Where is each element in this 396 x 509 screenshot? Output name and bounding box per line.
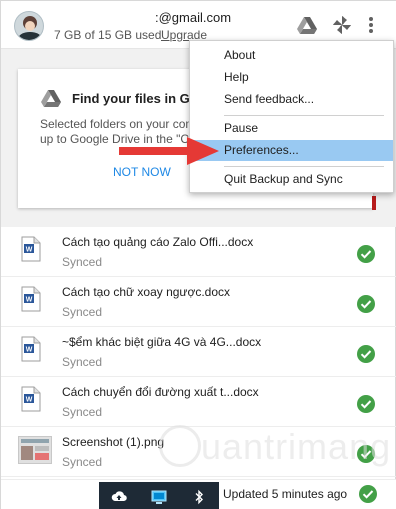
file-status: Synced [62,305,103,319]
menu-item-preferences[interactable]: Preferences... [190,140,393,161]
svg-text:W: W [26,347,33,354]
svg-text:W: W [26,247,33,254]
synced-check-icon [357,345,375,363]
watermark-logo [159,425,201,467]
list-item[interactable]: W ~$ểm khác biệt giữa 4G và 4G...docx Sy… [1,327,396,377]
account-email: :@gmail.com [155,10,232,25]
promo-title: Find your files in Goo [72,91,206,106]
word-doc-icon: W [21,236,41,262]
list-item[interactable]: W Cách tạo chữ xoay ngược.docx Synced [1,277,396,327]
last-updated-status: Updated 5 minutes ago [223,487,348,501]
taskbar-tray [99,482,219,509]
more-vert-icon[interactable] [364,14,378,36]
file-name: Cách chuyển đổi đường xuất t...docx [62,385,259,399]
list-item[interactable]: W Cách chuyển đổi đường xuất t...docx Sy… [1,377,396,427]
svg-text:W: W [26,297,33,304]
menu-divider [224,166,384,167]
watermark-text: uantrimang [201,426,392,467]
image-thumbnail [18,436,52,464]
file-status: Synced [62,405,103,419]
svg-text:W: W [26,397,33,404]
storage-usage: 7 GB of 15 GB used [54,28,162,42]
menu-item-send-feedback[interactable]: Send feedback... [190,89,393,110]
file-status: Synced [62,455,103,469]
file-status: Synced [62,255,103,269]
backup-sync-tray-icon[interactable] [111,489,127,505]
menu-item-help[interactable]: Help [190,67,393,88]
list-item[interactable]: W Cách tạo quảng cáo Zalo Offi...docx Sy… [1,227,396,277]
word-doc-icon: W [21,386,41,412]
menu-item-quit[interactable]: Quit Backup and Sync [190,169,393,190]
window-edge-accent [372,196,376,210]
synced-check-icon [359,485,377,503]
google-drive-icon[interactable] [296,14,318,36]
file-status: Synced [62,355,103,369]
synced-check-icon [357,295,375,313]
network-tray-icon[interactable] [151,489,167,505]
file-name: Cách tạo chữ xoay ngược.docx [62,285,231,299]
word-doc-icon: W [21,286,41,312]
word-doc-icon: W [21,336,41,362]
file-name: Cách tạo quảng cáo Zalo Offi...docx [62,235,254,249]
menu-item-pause[interactable]: Pause [190,118,393,139]
file-name: ~$ểm khác biệt giữa 4G và 4G...docx [62,335,262,349]
menu-divider [224,115,384,116]
annotation-arrow-icon [119,136,219,171]
google-photos-icon[interactable] [331,14,353,36]
avatar[interactable] [14,11,44,41]
menu-item-about[interactable]: About [190,45,393,66]
synced-check-icon [357,395,375,413]
backup-and-sync-window: :@gmail.com 7 GB of 15 GB used Upgrade F… [0,0,396,509]
synced-check-icon [357,245,375,263]
file-name: Screenshot (1).png [62,435,165,449]
overflow-menu: About Help Send feedback... Pause Prefer… [189,40,394,193]
google-drive-icon [40,89,62,114]
bluetooth-tray-icon[interactable] [191,489,207,505]
